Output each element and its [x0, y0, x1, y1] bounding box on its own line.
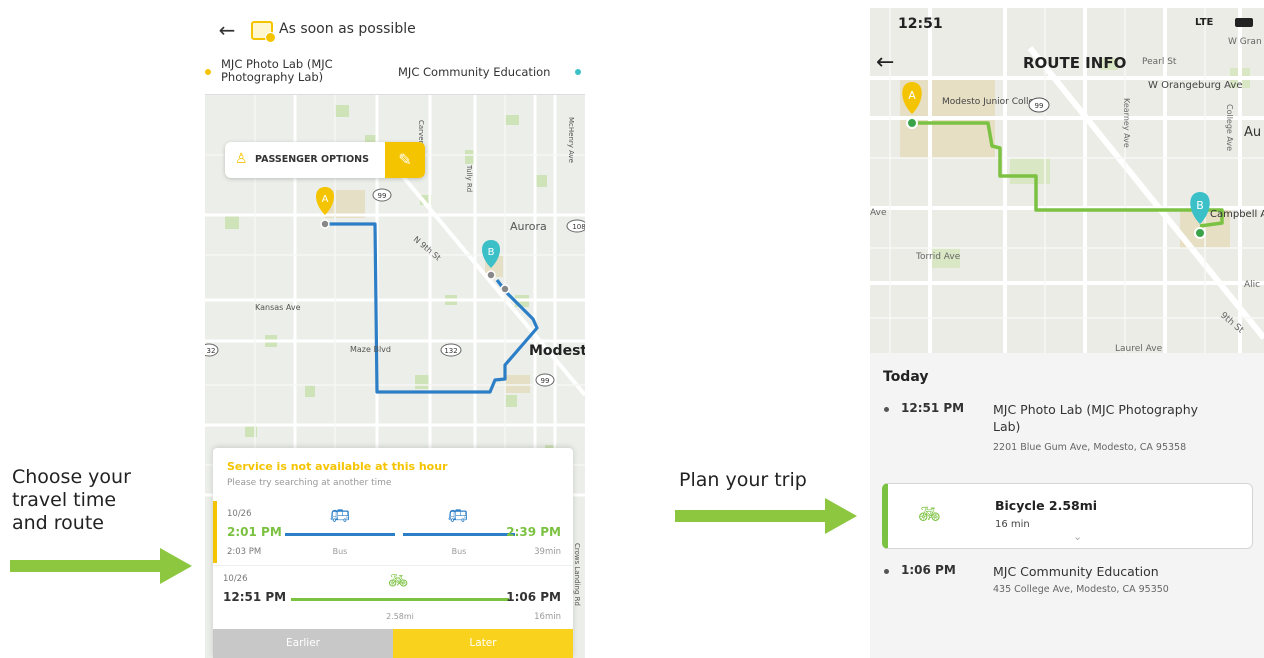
day-label: Today: [883, 369, 929, 385]
mode-label: Bus: [332, 547, 348, 556]
status-bar: 12:51 LTE: [870, 8, 1264, 42]
route-info-screen: Pearl St W Orangeburg Ave W Gran Modesto…: [870, 8, 1264, 658]
pin-b-label: B: [488, 247, 495, 258]
map-label-mchenry: McHenry Ave: [567, 117, 575, 163]
leg-title: Bicycle 2.58mi: [995, 498, 1098, 513]
stop-address: 2201 Blue Gum Ave, Modesto, CA 95358: [993, 442, 1187, 453]
trip-arrive-time: 1:06 PM: [506, 590, 561, 604]
stop-dot-icon: [884, 407, 889, 412]
trip-depart-time: 12:51 PM: [223, 590, 287, 604]
status-time: 12:51: [898, 16, 943, 32]
stop-address: 435 College Ave, Modesto, CA 95350: [993, 584, 1169, 595]
map-label-maze: Maze Blvd: [350, 345, 391, 354]
destination-dot-icon: [575, 69, 581, 75]
caption-plan-trip: Plan your trip: [679, 469, 807, 491]
map-label-torrid: Torrid Ave: [915, 252, 961, 262]
trip-duration: 39min: [534, 547, 561, 557]
later-button[interactable]: Later: [393, 629, 573, 658]
passenger-options-bar[interactable]: ♙ PASSENGER OPTIONS ✎: [225, 142, 425, 178]
map-label-laurel: Laurel Ave: [1115, 344, 1163, 353]
trip-option-bicycle[interactable]: 10/26 12:51 PM 🚲︎ 2.58mi 1:06 PM 16min: [213, 565, 573, 627]
passenger-icon: ♙: [235, 151, 248, 167]
trip-search-screen: ← As soon as possible MJC Photo Lab (MJC…: [205, 8, 585, 658]
trip-results-panel: Service is not available at this hour Pl…: [213, 448, 573, 658]
caption-line: travel time: [12, 489, 117, 511]
stop-time: 1:06 PM: [901, 563, 956, 577]
highway-99: 99: [1035, 102, 1044, 110]
service-notice-title: Service is not available at this hour: [227, 460, 448, 473]
pin-a-label: A: [322, 194, 329, 205]
stop-name: MJC Community Education: [993, 564, 1159, 579]
stop-time: 12:51 PM: [901, 401, 965, 415]
trip-arrive-time: 2:39 PM: [506, 525, 561, 539]
map-label-kearney: Kearney Ave: [1122, 98, 1131, 148]
mode-label: Bus: [451, 547, 467, 556]
leg-duration: 16 min: [995, 519, 1030, 530]
caption-choose-route: Choose your travel time and route: [12, 466, 131, 535]
map-label-orangeburg: W Orangeburg Ave: [1148, 80, 1243, 91]
highway-99-south: 99: [541, 377, 550, 385]
pin-b-label: B: [1196, 199, 1204, 212]
bike-segment: [291, 598, 509, 601]
bus-segment-2: [403, 533, 515, 536]
pointer-arrow-left: [10, 548, 192, 584]
passenger-options-label: PASSENGER OPTIONS: [255, 154, 369, 165]
stop-name: MJC Photo Lab (MJC Photography Lab): [993, 402, 1199, 434]
battery-icon: [1235, 18, 1253, 27]
pin-a-label: A: [908, 89, 916, 102]
highway-99-north: 99: [378, 192, 387, 200]
pointer-arrow-middle: [675, 498, 857, 534]
bus-icon: 🚌︎: [329, 506, 351, 525]
map-label-au: Au: [1244, 125, 1261, 140]
trip-depart-sub: 2:03 PM: [227, 547, 262, 557]
map-label-ave-left: Ave: [870, 208, 887, 218]
calendar-clock-icon: [251, 21, 276, 43]
stop-dot-icon: [884, 569, 889, 574]
trip-distance: 2.58mi: [386, 612, 414, 621]
earlier-button[interactable]: Earlier: [213, 629, 393, 658]
service-notice-subtitle: Please try searching at another time: [227, 478, 392, 488]
map-label-kansas: Kansas Ave: [255, 303, 301, 312]
origin-label[interactable]: MJC Photo Lab (MJC Photography Lab): [221, 58, 391, 84]
trip-date: 10/26: [223, 574, 248, 584]
highway-108: 108: [572, 223, 585, 231]
trip-header: ← As soon as possible MJC Photo Lab (MJC…: [205, 8, 585, 95]
highway-132: 132: [444, 347, 457, 355]
map-label-aurora: Aurora: [510, 220, 547, 233]
bus-segment-1: [285, 533, 395, 536]
caption-line: Choose your: [12, 466, 131, 488]
bicycle-icon: 🚲︎: [387, 571, 409, 590]
map-label-alic: Alic: [1244, 280, 1260, 290]
back-arrow-icon[interactable]: ←: [876, 50, 894, 75]
trip-option-bus[interactable]: 10/26 2:01 PM 2:03 PM 🚌︎ 🚌︎ Bus Bus 2:39…: [213, 501, 573, 563]
map-label-tully: Tully Rd: [465, 164, 473, 192]
map-label-pearl: Pearl St: [1142, 57, 1177, 67]
bus-icon: 🚌︎: [447, 506, 469, 525]
map-label-college-ave: College Ave: [1225, 104, 1234, 151]
trip-duration: 16min: [534, 612, 561, 622]
trip-date: 10/26: [227, 509, 252, 519]
leg-card-bicycle[interactable]: 🚲︎ Bicycle 2.58mi 16 min ⌄: [882, 483, 1253, 549]
trip-depart-time: 2:01 PM: [227, 525, 282, 539]
page-title: ROUTE INFO: [1023, 54, 1127, 72]
map-label-crows: Crows Landing Rd: [573, 543, 581, 606]
back-arrow-icon[interactable]: ←: [215, 18, 239, 42]
map-label-campbell: Campbell Ave: [1210, 209, 1264, 220]
edit-pencil-icon[interactable]: ✎: [385, 142, 425, 178]
map-label-modesto: Modest: [529, 343, 585, 359]
bicycle-icon: 🚲︎: [918, 504, 941, 525]
highway-32: 32: [207, 347, 216, 355]
time-option[interactable]: As soon as possible: [279, 21, 416, 37]
destination-label[interactable]: MJC Community Education: [398, 65, 550, 79]
chevron-down-icon[interactable]: ⌄: [1073, 530, 1082, 543]
network-label: LTE: [1195, 17, 1214, 28]
origin-dot-icon: [205, 69, 211, 75]
caption-line: and route: [12, 512, 104, 534]
